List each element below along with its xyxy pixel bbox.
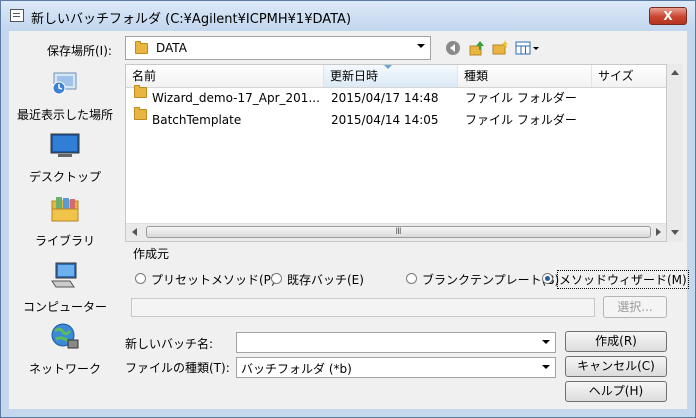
window-title: 新しいバッチフォルダ (C:¥Agilent¥ICPMH¥1¥DATA)	[31, 12, 352, 27]
radio-button[interactable]	[271, 273, 282, 284]
folder-icon	[134, 107, 147, 120]
folder-icon	[134, 85, 147, 98]
create-button[interactable]: 作成(R)	[565, 331, 667, 352]
desktop-icon	[50, 133, 80, 157]
up-folder-icon[interactable]	[469, 40, 485, 56]
file-name: Wizard_demo-17_Apr_201...	[152, 91, 320, 105]
column-header-name[interactable]: 名前	[126, 65, 324, 87]
view-menu-icon[interactable]	[515, 40, 541, 56]
dialog-body: 保存場所(I): DATA 最近表示した場所 デスクトップ ライブラリ コンピュ…	[9, 31, 689, 409]
places-bar: 最近表示した場所 デスクトップ ライブラリ コンピューター ネットワーク	[9, 65, 121, 376]
chevron-down-icon	[542, 340, 550, 344]
scroll-thumb[interactable]: Ⅲ	[146, 226, 651, 238]
close-button[interactable]: X	[649, 7, 687, 25]
place-recent[interactable]: 最近表示した場所	[9, 69, 121, 123]
recent-places-icon	[52, 72, 77, 95]
place-label: ネットワーク	[28, 362, 101, 376]
place-network[interactable]: ネットワーク	[9, 323, 121, 377]
selection-path-field	[131, 298, 595, 317]
back-arrow-icon[interactable]	[445, 40, 461, 56]
create-from-label: 作成元	[133, 247, 170, 261]
chevron-down-icon	[542, 365, 550, 369]
place-label: デスクトップ	[28, 170, 101, 184]
file-row[interactable]: Wizard_demo-17_Apr_201... 2015/04/17 14:…	[126, 85, 666, 109]
radio-button[interactable]	[406, 273, 417, 284]
sort-indicator-icon	[384, 65, 392, 69]
scroll-left-icon[interactable]	[132, 228, 137, 236]
radio-button[interactable]	[542, 273, 553, 284]
file-type: ファイル フォルダー	[465, 91, 577, 105]
file-date: 2015/04/14 14:05	[331, 113, 439, 127]
scroll-right-icon[interactable]	[656, 228, 661, 236]
cancel-button[interactable]: キャンセル(C)	[565, 356, 667, 377]
chevron-down-icon	[417, 44, 425, 48]
radio-label: ブランクテンプレート(B)	[422, 273, 560, 287]
libraries-icon	[51, 197, 79, 222]
folder-icon	[135, 41, 148, 54]
horizontal-scrollbar[interactable]: Ⅲ	[126, 223, 666, 241]
file-type: ファイル フォルダー	[465, 113, 577, 127]
place-libraries[interactable]: ライブラリ	[9, 195, 121, 249]
file-list[interactable]: 名前 更新日時 種類 サイズ Wizard_demo-17_Apr_201...…	[125, 64, 667, 242]
place-desktop[interactable]: デスクトップ	[9, 131, 121, 185]
place-label: コンピューター	[22, 300, 107, 314]
dialog-icon	[10, 9, 24, 22]
radio-label: プリセットメソッド(P)	[151, 273, 276, 287]
radio-label: メソッドウィザード(M)	[557, 270, 689, 289]
network-icon	[51, 323, 79, 349]
place-computer[interactable]: コンピューター	[9, 261, 121, 315]
title-bar[interactable]: 新しいバッチフォルダ (C:¥Agilent¥ICPMH¥1¥DATA) X	[1, 1, 695, 31]
file-row[interactable]: BatchTemplate 2015/04/14 14:05 ファイル フォルダ…	[126, 107, 666, 131]
location-combo[interactable]: DATA	[125, 36, 431, 60]
file-type-label: ファイルの種類(T):	[125, 361, 230, 375]
file-name: BatchTemplate	[152, 113, 242, 127]
scroll-down-icon[interactable]	[671, 230, 679, 235]
column-header-size[interactable]: サイズ	[592, 65, 666, 87]
file-date: 2015/04/17 14:48	[331, 91, 439, 105]
column-header-row: 名前 更新日時 種類 サイズ	[126, 65, 666, 88]
file-type-value: バッチフォルダ (*b)	[241, 362, 352, 376]
column-header-type[interactable]: 種類	[458, 65, 592, 87]
file-type-combo[interactable]: バッチフォルダ (*b)	[236, 357, 556, 378]
select-button: 選択...	[603, 296, 667, 318]
computer-icon	[51, 262, 77, 288]
location-label: 保存場所(I):	[47, 44, 112, 58]
place-label: ライブラリ	[34, 234, 95, 248]
batch-name-label: 新しいバッチ名:	[125, 337, 214, 351]
help-button[interactable]: ヘルプ(H)	[565, 381, 667, 402]
place-label: 最近表示した場所	[16, 108, 113, 122]
dialog-window: 新しいバッチフォルダ (C:¥Agilent¥ICPMH¥1¥DATA) X 保…	[0, 0, 696, 418]
radio-button[interactable]	[135, 273, 146, 284]
new-folder-icon[interactable]	[492, 40, 508, 56]
scroll-up-icon[interactable]	[671, 70, 679, 75]
batch-name-combo[interactable]	[236, 332, 556, 353]
vertical-scrollbar[interactable]	[667, 64, 683, 242]
location-value: DATA	[156, 41, 187, 55]
radio-label: 既存バッチ(E)	[287, 273, 364, 287]
